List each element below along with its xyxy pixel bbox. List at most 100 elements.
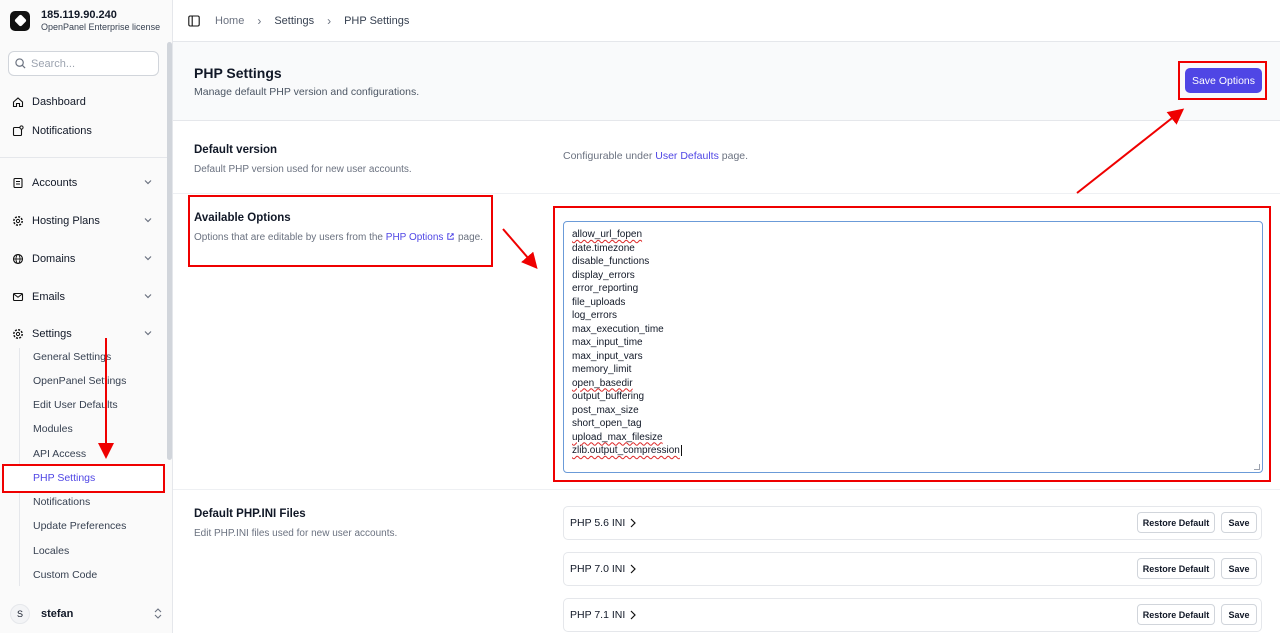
ini-name: PHP 5.6 INI xyxy=(570,517,626,529)
nav-settings[interactable]: Settings xyxy=(12,324,152,344)
submenu-edit-user-defaults[interactable]: Edit User Defaults xyxy=(33,397,118,413)
option-line: max_input_time xyxy=(572,337,643,348)
top-header: Home › Settings › PHP Settings xyxy=(173,0,1280,42)
breadcrumb-settings[interactable]: Settings xyxy=(274,15,314,27)
ini-files-desc: Edit PHP.INI files used for new user acc… xyxy=(194,528,398,539)
option-line: memory_limit xyxy=(572,364,632,375)
restore-default-button[interactable]: Restore Default xyxy=(1137,512,1215,533)
option-line: file_uploads xyxy=(572,296,626,308)
option-line: short_open_tag xyxy=(572,418,642,429)
chevron-updown-icon xyxy=(154,608,162,619)
restore-default-button[interactable]: Restore Default xyxy=(1137,558,1215,579)
page-subtitle: Manage default PHP version and configura… xyxy=(194,86,420,98)
chevron-right-icon[interactable] xyxy=(630,564,636,574)
chevron-down-icon xyxy=(144,180,152,185)
chevron-down-icon xyxy=(144,331,152,336)
globe-icon xyxy=(12,253,24,265)
resize-handle[interactable] xyxy=(1254,464,1260,470)
chevron-right-icon[interactable] xyxy=(630,518,636,528)
option-line-last: zlib.output_compression xyxy=(572,444,1254,458)
options-desc-prefix: Options that are editable by users from … xyxy=(194,232,386,243)
ini-name: PHP 7.0 INI xyxy=(570,563,626,575)
nav-dashboard-label: Dashboard xyxy=(32,96,86,108)
chevron-right-icon[interactable] xyxy=(630,610,636,620)
avatar: S xyxy=(10,604,30,624)
php-options-link-label: PHP Options xyxy=(385,232,444,243)
nav-hosting-plans-label: Hosting Plans xyxy=(32,215,100,227)
notification-icon xyxy=(12,125,24,137)
nav-notifications[interactable]: Notifications xyxy=(12,121,152,141)
nav-accounts-label: Accounts xyxy=(32,177,78,189)
ini-files-title: Default PHP.INI Files xyxy=(194,508,306,520)
note-suffix: page. xyxy=(718,150,749,162)
submenu-api-access[interactable]: API Access xyxy=(33,446,86,462)
breadcrumb-home[interactable]: Home xyxy=(215,15,244,27)
options-desc-suffix: page. xyxy=(455,232,483,243)
available-options-title: Available Options xyxy=(194,212,291,224)
ini-name: PHP 7.1 INI xyxy=(570,609,626,621)
section-divider xyxy=(173,489,1280,490)
option-line: disable_functions xyxy=(572,256,650,267)
section-divider xyxy=(173,193,1280,194)
ini-card-php70[interactable]: PHP 7.0 INI Restore Default Save xyxy=(563,552,1262,586)
page-title: PHP Settings xyxy=(194,65,282,81)
submenu-locales[interactable]: Locales xyxy=(33,543,69,559)
submenu-general-settings[interactable]: General Settings xyxy=(33,349,111,365)
option-line: upload_max_filesize xyxy=(572,431,663,443)
home-icon xyxy=(12,96,24,108)
sidebar-divider xyxy=(0,157,172,158)
ini-save-button[interactable]: Save xyxy=(1221,558,1257,579)
chevron-down-icon xyxy=(144,218,152,223)
ini-save-button[interactable]: Save xyxy=(1221,512,1257,533)
option-line: open_basedir xyxy=(572,377,633,389)
available-options-desc: Options that are editable by users from … xyxy=(194,232,483,243)
ini-card-php71[interactable]: PHP 7.1 INI Restore Default Save xyxy=(563,598,1262,632)
php-options-link[interactable]: PHP Options xyxy=(386,232,455,243)
submenu-notifications[interactable]: Notifications xyxy=(33,494,90,510)
nav-domains-label: Domains xyxy=(32,253,76,265)
submenu-update-preferences[interactable]: Update Preferences xyxy=(33,518,126,534)
nav-dashboard[interactable]: Dashboard xyxy=(12,92,152,112)
search-icon xyxy=(15,58,26,69)
save-options-button[interactable]: Save Options xyxy=(1185,68,1262,93)
option-line: output_buffering xyxy=(572,391,645,402)
option-line-text: zlib.output_compression xyxy=(572,445,680,456)
option-line: date.timezone xyxy=(572,242,635,254)
note-prefix: Configurable under xyxy=(563,150,656,162)
chevron-down-icon xyxy=(144,294,152,299)
nav-accounts[interactable]: Accounts xyxy=(12,173,152,193)
brand[interactable]: 185.119.90.240 OpenPanel Enterprise lice… xyxy=(10,8,160,33)
sidebar: 185.119.90.240 OpenPanel Enterprise lice… xyxy=(0,0,173,633)
submenu-custom-code[interactable]: Custom Code xyxy=(33,567,97,583)
available-options-textarea[interactable]: allow_url_fopen date.timezone disable_fu… xyxy=(563,221,1263,473)
nav-domains[interactable]: Domains xyxy=(12,249,152,269)
restore-default-button[interactable]: Restore Default xyxy=(1137,604,1215,625)
nav-emails[interactable]: Emails xyxy=(12,287,152,307)
ini-save-button[interactable]: Save xyxy=(1221,604,1257,625)
search-box[interactable] xyxy=(8,51,159,76)
user-defaults-link[interactable]: User Defaults xyxy=(655,150,719,162)
sidebar-toggle-icon[interactable] xyxy=(188,14,200,27)
sidebar-scrollbar[interactable] xyxy=(167,42,172,460)
option-line: display_errors xyxy=(572,269,635,281)
user-menu[interactable]: S stefan xyxy=(10,604,162,624)
submenu-php-settings[interactable]: PHP Settings xyxy=(33,470,95,486)
nav-settings-label: Settings xyxy=(32,328,72,340)
submenu-modules[interactable]: Modules xyxy=(33,421,73,437)
accounts-icon xyxy=(12,177,24,189)
submenu-openpanel-settings[interactable]: OpenPanel Settings xyxy=(33,373,126,389)
default-version-title: Default version xyxy=(194,144,278,156)
option-line: log_errors xyxy=(572,310,618,321)
license-label: OpenPanel Enterprise license xyxy=(41,22,161,32)
external-link-icon xyxy=(447,233,454,240)
search-input[interactable] xyxy=(31,57,151,70)
option-line: max_input_vars xyxy=(572,350,643,362)
breadcrumb-chevron-icon: › xyxy=(257,13,262,28)
nav-hosting-plans[interactable]: Hosting Plans xyxy=(12,211,152,231)
option-line: allow_url_fopen xyxy=(572,229,643,240)
nav-notifications-label: Notifications xyxy=(32,125,92,137)
default-version-desc: Default PHP version used for new user ac… xyxy=(194,164,412,175)
breadcrumb-current: PHP Settings xyxy=(344,14,410,27)
ini-card-php56[interactable]: PHP 5.6 INI Restore Default Save xyxy=(563,506,1262,540)
server-ip: 185.119.90.240 xyxy=(41,9,117,21)
